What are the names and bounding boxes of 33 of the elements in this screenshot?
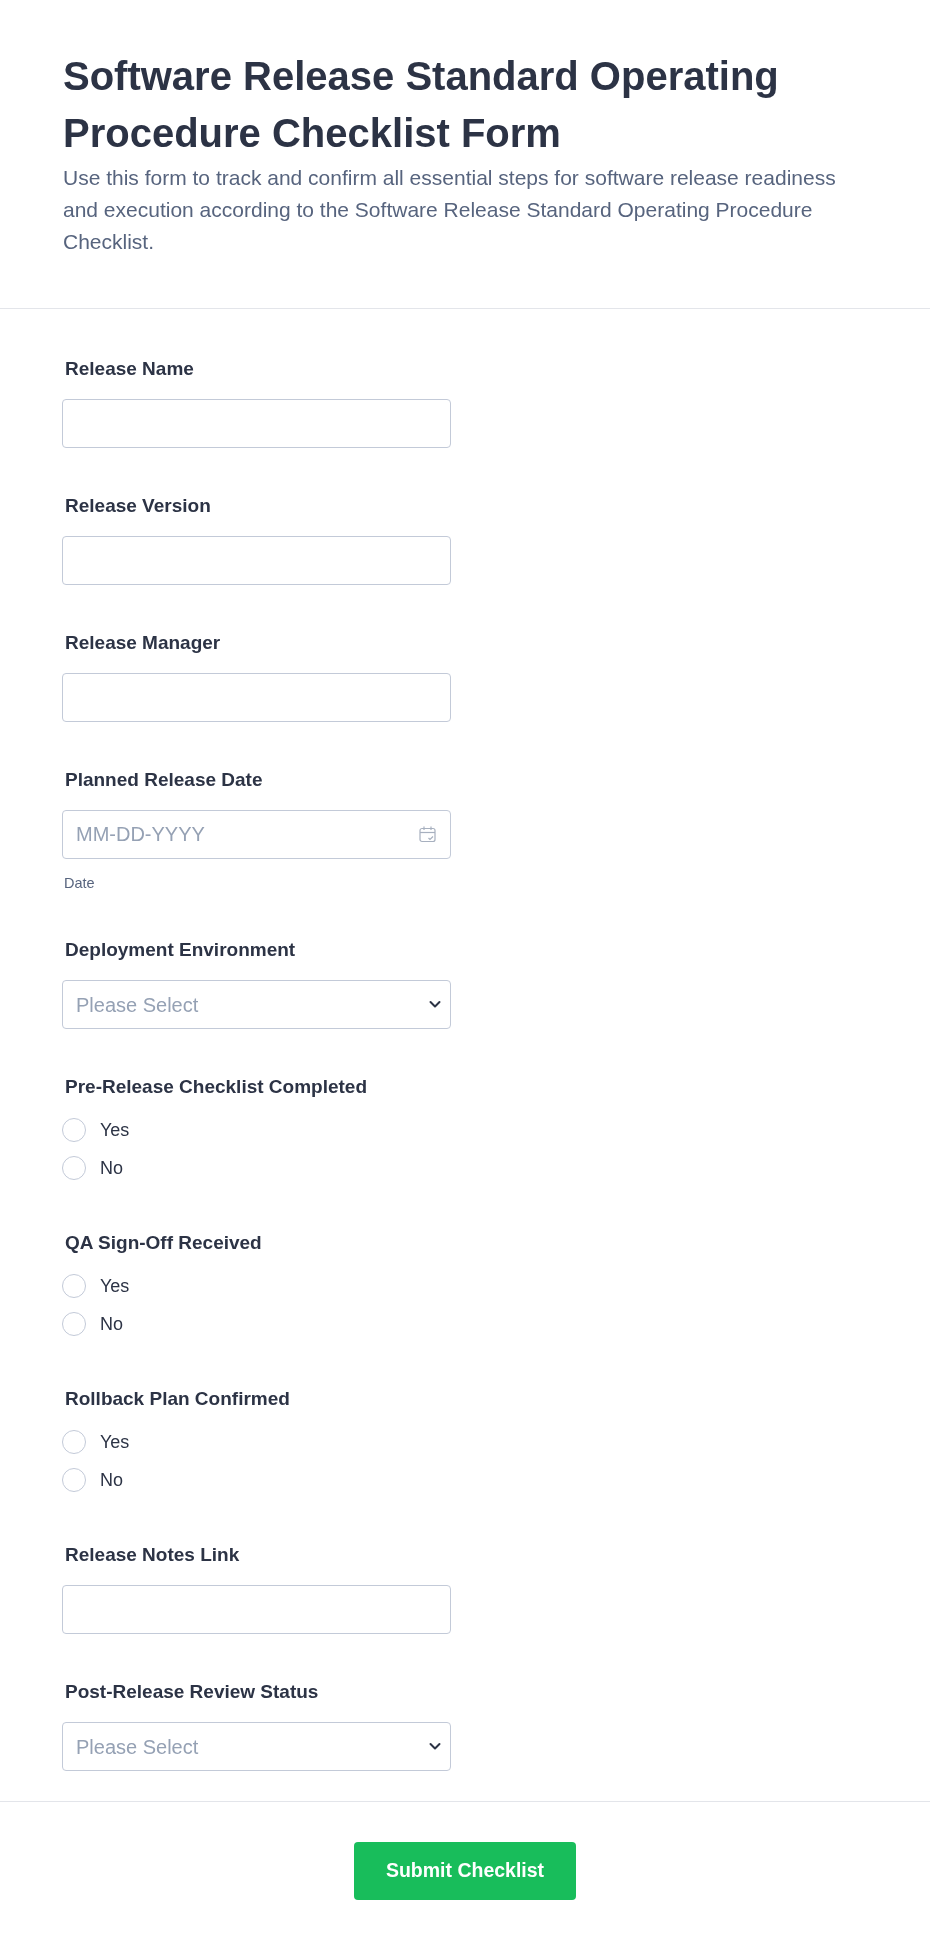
- radio-button[interactable]: [62, 1468, 86, 1492]
- option-label[interactable]: Yes: [100, 1430, 130, 1454]
- field-label: Release Notes Link: [65, 1543, 240, 1567]
- radio-button[interactable]: [62, 1274, 86, 1298]
- field-label: Post-Release Review Status: [65, 1680, 319, 1704]
- text-input-field[interactable]: [62, 399, 451, 448]
- option-label[interactable]: No: [100, 1468, 123, 1492]
- text-input-field[interactable]: [62, 536, 451, 585]
- radio-button[interactable]: [62, 1118, 86, 1142]
- radio-button[interactable]: [62, 1156, 86, 1180]
- date-input-field[interactable]: MM-DD-YYYY: [62, 810, 451, 859]
- field-label: Rollback Plan Confirmed: [65, 1387, 290, 1411]
- radio-button[interactable]: [62, 1312, 86, 1336]
- calendar-icon: [419, 826, 436, 843]
- chevron-down-icon: [429, 1000, 441, 1009]
- form-title: Software Release Standard Operating Procedure Checklist Form: [63, 53, 780, 157]
- field-label: Deployment Environment: [65, 938, 296, 962]
- form-description: Use this form to track and confirm all essential steps for software release readiness and execution according to the Software Release Standard Operating Procedure Checklist.: [63, 165, 837, 255]
- radio-button[interactable]: [62, 1430, 86, 1454]
- field-label: Release Name: [65, 357, 194, 381]
- text-input-field[interactable]: [62, 1585, 451, 1634]
- option-label[interactable]: No: [100, 1156, 123, 1180]
- option-label[interactable]: Yes: [100, 1118, 130, 1142]
- field-sublabel: Date: [64, 874, 95, 892]
- field-label: Release Manager: [65, 631, 221, 655]
- field-label: QA Sign-Off Received: [65, 1231, 262, 1255]
- option-label[interactable]: Yes: [100, 1274, 130, 1298]
- option-label[interactable]: No: [100, 1312, 123, 1336]
- field-label: Pre-Release Checklist Completed: [65, 1075, 367, 1099]
- field-label: Release Version: [65, 494, 211, 518]
- chevron-down-icon: [429, 1742, 441, 1751]
- text-input-field[interactable]: [62, 673, 451, 722]
- field-label: Planned Release Date: [65, 768, 263, 792]
